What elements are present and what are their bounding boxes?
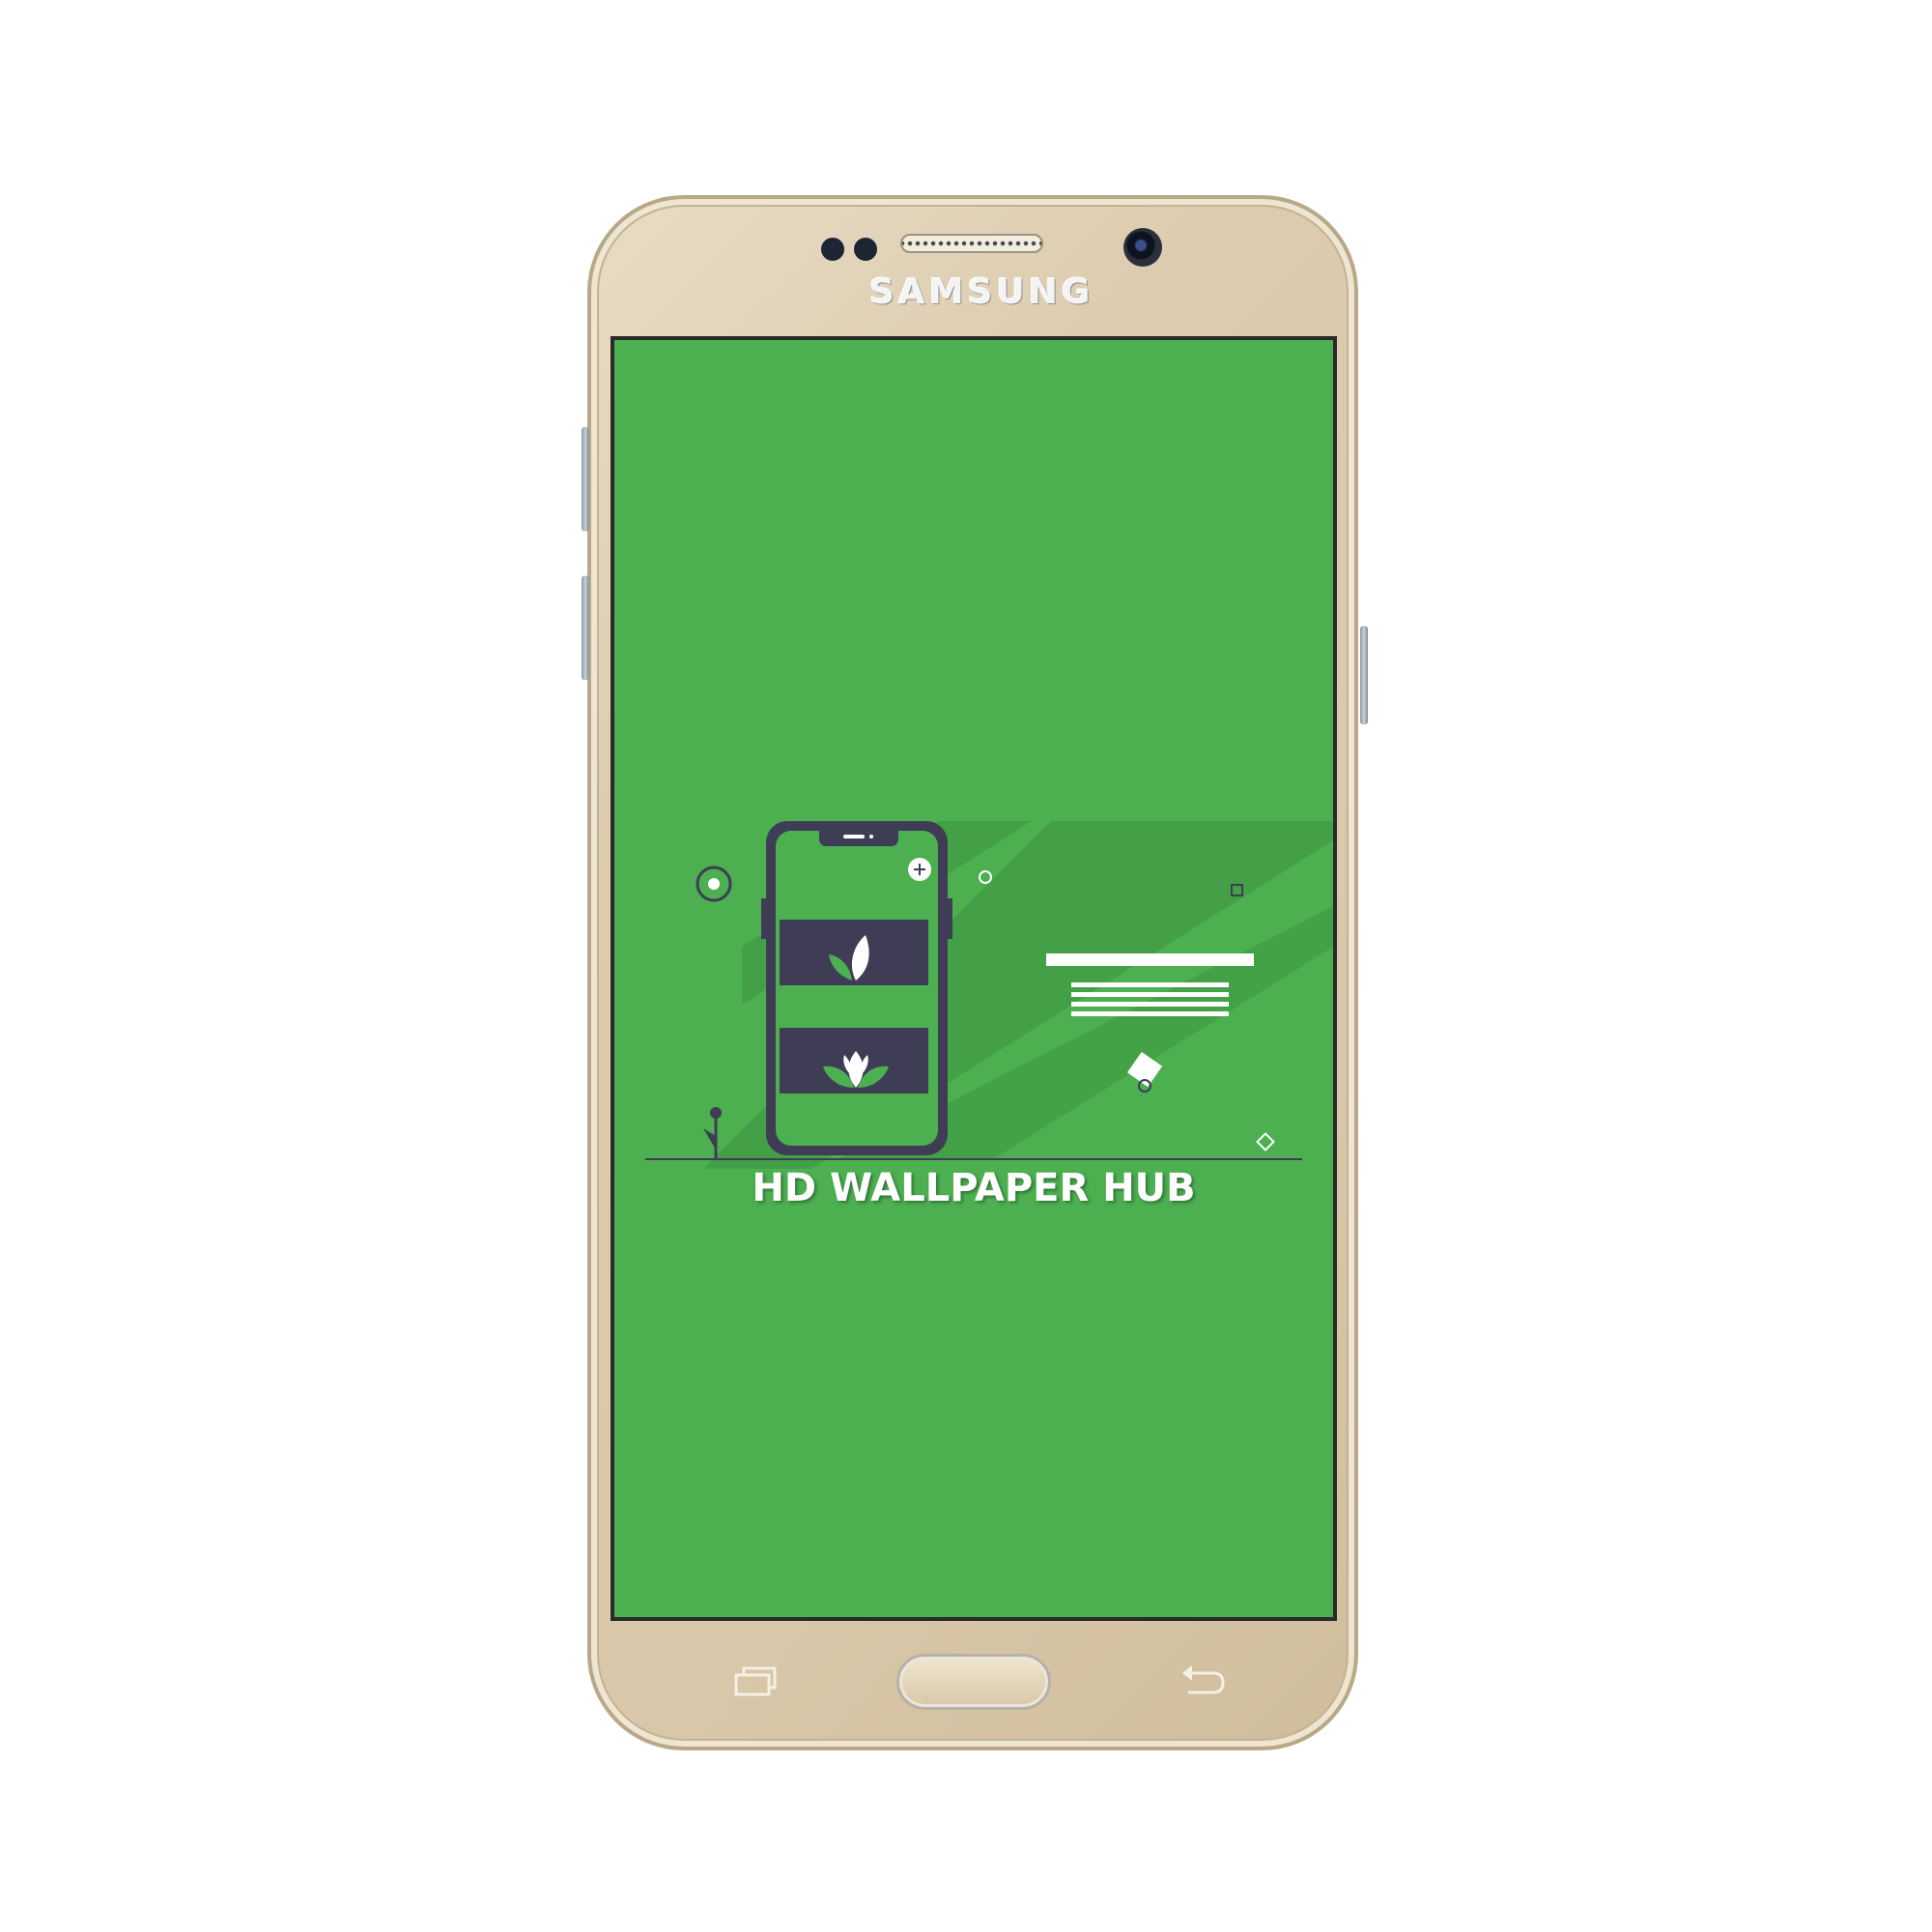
small-diamond-icon <box>1256 1132 1275 1151</box>
stage: SAMSUNG HD WALLPAPER HUB <box>0 0 1932 1932</box>
plant-icon <box>703 1107 722 1159</box>
plus-icon <box>908 858 931 881</box>
front-camera-icon <box>1123 228 1162 267</box>
power-button <box>1360 626 1368 724</box>
speaker-grille-icon <box>900 234 1043 253</box>
splash-illustration <box>645 821 1333 1169</box>
home-button[interactable] <box>896 1654 1051 1710</box>
recent-apps-icon[interactable] <box>732 1663 779 1698</box>
volume-down-button <box>582 576 589 680</box>
back-icon[interactable] <box>1179 1662 1229 1700</box>
target-circle-icon <box>696 866 732 902</box>
proximity-sensor-icon <box>821 238 844 261</box>
app-title: HD WALLPAPER HUB <box>752 1166 1196 1210</box>
small-circle-icon <box>979 870 992 884</box>
brand-logo: SAMSUNG <box>869 272 1094 312</box>
light-sensor-icon <box>854 238 877 261</box>
volume-up-button <box>582 427 589 531</box>
phone-illustration-icon <box>761 821 952 1155</box>
